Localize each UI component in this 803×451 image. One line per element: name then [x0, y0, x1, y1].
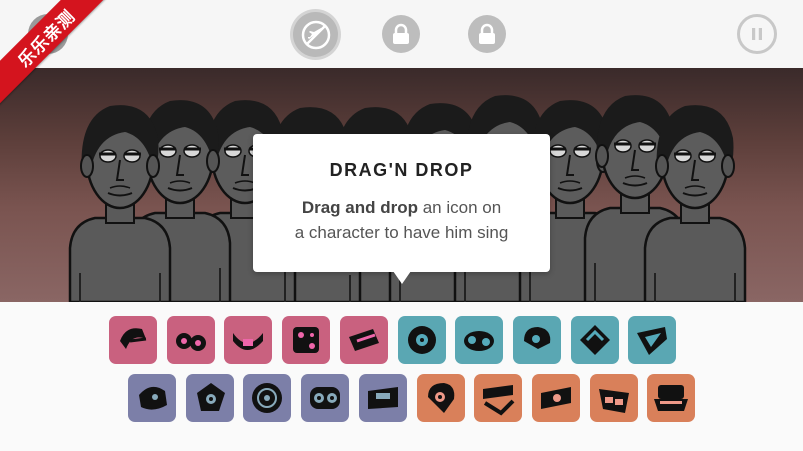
tooltip-body: Drag and drop an icon on a character to … — [253, 195, 550, 245]
pause-button[interactable] — [737, 14, 777, 54]
beat-icon-3-glyph — [233, 333, 264, 350]
beat-icon-5-glyph — [348, 329, 379, 351]
airplane-mode-button[interactable] — [293, 12, 338, 57]
effect-icon-4-glyph — [579, 325, 610, 355]
effect-icon-1-glyph — [407, 326, 436, 354]
tooltip-body-line2: a character to have him sing — [294, 223, 509, 242]
melody-icon-4-glyph — [310, 387, 341, 409]
tooltip-body-text: an icon on — [417, 198, 502, 217]
voice-icon-5-glyph — [654, 385, 689, 411]
beat-icon-2[interactable] — [166, 316, 215, 364]
melody-icon-3[interactable] — [243, 374, 292, 422]
beat-icon-1-glyph — [120, 328, 147, 349]
voice-icon-5[interactable] — [647, 374, 696, 422]
sound-icon-tray — [0, 302, 803, 451]
effect-icon-5-glyph — [637, 327, 668, 355]
locked-bonus-button-1[interactable] — [382, 15, 420, 53]
melody-icon-1-glyph — [139, 386, 167, 410]
voice-icon-2[interactable] — [474, 374, 523, 422]
lock-icon — [393, 23, 409, 44]
beat-icon-5[interactable] — [339, 316, 388, 364]
melody-icon-5[interactable] — [358, 374, 407, 422]
melody-icon-1[interactable] — [128, 374, 176, 422]
melody-icon-2-glyph — [196, 383, 225, 411]
top-bar — [0, 0, 803, 68]
pause-icon — [752, 28, 762, 40]
effect-icon-2[interactable] — [455, 316, 504, 364]
beat-icon-4[interactable] — [282, 316, 331, 364]
voice-icon-3[interactable] — [531, 374, 580, 422]
melody-icon-2[interactable] — [185, 374, 234, 422]
effect-icon-4[interactable] — [570, 316, 619, 364]
drag-drop-tooltip: DRAG'N DROP Drag and drop an icon on a c… — [253, 134, 550, 284]
voice-icon-3-glyph — [540, 387, 571, 409]
beat-icon-4-glyph — [293, 327, 320, 353]
beat-icon-1[interactable] — [109, 316, 157, 364]
melody-icon-3-glyph — [252, 383, 283, 413]
effect-icon-5[interactable] — [628, 316, 677, 364]
locked-bonus-button-2[interactable] — [468, 15, 506, 53]
voice-icon-4[interactable] — [589, 374, 638, 422]
character[interactable] — [68, 105, 172, 302]
effect-icon-1[interactable] — [397, 316, 446, 364]
tooltip-title: DRAG'N DROP — [329, 160, 474, 180]
game-screen: 乐乐亲测 DRAG'N DROP Drag and drop an icon o… — [0, 0, 803, 451]
melody-icon-5-glyph — [367, 387, 398, 409]
melody-icon-4[interactable] — [301, 374, 350, 422]
tooltip-body-bold: Drag and drop — [301, 198, 418, 217]
voice-icon-1[interactable] — [416, 374, 465, 422]
voice-icon-4-glyph — [598, 389, 629, 413]
beat-icon-2-glyph — [175, 333, 206, 351]
effect-icon-2-glyph — [464, 331, 495, 351]
lock-icon — [479, 23, 495, 44]
effect-icon-3-glyph — [523, 327, 551, 349]
airplane-icon — [301, 20, 330, 49]
voice-icon-1-glyph — [427, 383, 454, 413]
beat-icon-3[interactable] — [224, 316, 273, 364]
character[interactable] — [643, 105, 747, 302]
effect-icon-3[interactable] — [512, 316, 561, 364]
voice-icon-2-glyph — [483, 385, 515, 416]
